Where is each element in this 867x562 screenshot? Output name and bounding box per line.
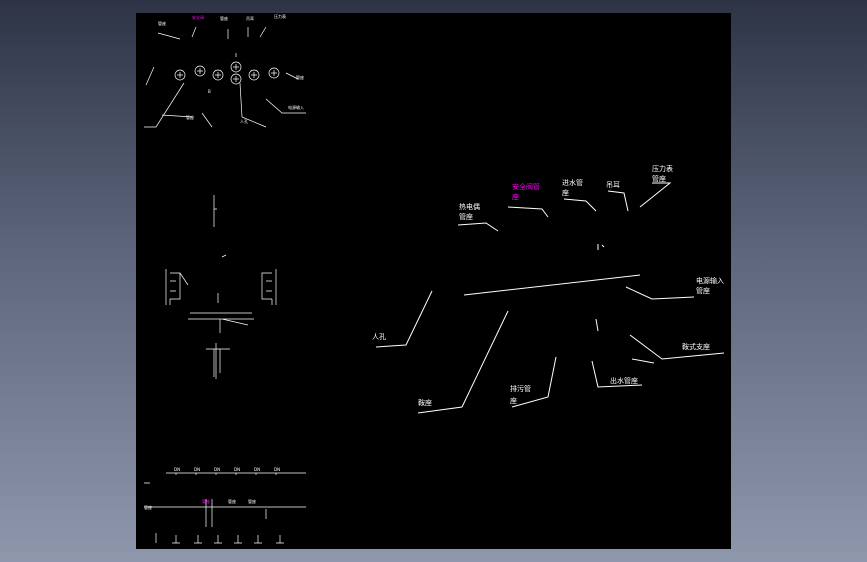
label-pressure-gauge-1: 压力表 bbox=[652, 164, 673, 173]
label-drain-1: 排污管 bbox=[510, 384, 531, 393]
leader-safety-valve bbox=[507, 206, 549, 218]
leader-lifting-ear bbox=[607, 190, 629, 212]
svg-text:DN: DN bbox=[174, 467, 180, 472]
leader-power-input bbox=[625, 286, 695, 300]
plan-label-c: 管座 bbox=[220, 15, 228, 21]
label-water-out: 出水管座 bbox=[610, 376, 638, 385]
leader-saddle-left bbox=[417, 310, 509, 414]
svg-text:DN: DN bbox=[254, 467, 260, 472]
saddle-right-mark bbox=[631, 358, 655, 364]
svg-text:DN: DN bbox=[194, 467, 200, 472]
label-water-in-2: 座 bbox=[562, 188, 569, 197]
label-power-input-2: 管座 bbox=[696, 286, 710, 295]
cad-drawing: 管座 安全阀 管座 吊耳 压力表 管座 电源输入 管座 人孔 B DN DN D… bbox=[144, 13, 725, 544]
label-pressure-gauge-2: 管座 bbox=[652, 174, 666, 183]
lifting-ear-mark bbox=[597, 244, 605, 250]
plan-label-e: 压力表 bbox=[274, 13, 286, 19]
svg-text:管座: 管座 bbox=[248, 498, 256, 504]
svg-text:DN: DN bbox=[214, 467, 220, 472]
detail-row: DN DN DN DN DN DN 管座 管座 管座 管座 bbox=[144, 467, 306, 544]
svg-text:管座: 管座 bbox=[202, 498, 210, 504]
leader-heat-pipe bbox=[457, 222, 499, 232]
label-manhole: 人孔 bbox=[372, 333, 386, 341]
plan-label-a: 管座 bbox=[158, 20, 166, 26]
plan-label-b: 安全阀 bbox=[192, 14, 204, 20]
plan-view: 管座 安全阀 管座 吊耳 压力表 管座 电源输入 管座 人孔 B bbox=[144, 13, 306, 128]
vessel-axis bbox=[463, 274, 641, 296]
drawing-sheet: 管座 安全阀 管座 吊耳 压力表 管座 电源输入 管座 人孔 B DN DN D… bbox=[136, 13, 731, 549]
plan-label-d: 吊耳 bbox=[246, 16, 254, 21]
svg-text:DN: DN bbox=[274, 467, 280, 472]
leader-drain bbox=[511, 356, 557, 408]
svg-text:管座: 管座 bbox=[228, 498, 236, 504]
svg-text:管座: 管座 bbox=[144, 504, 152, 510]
main-view: 热电偶 管座 安全阀管 座 进水管 座 吊耳 压力表 管座 电源输入 管座 鞍式… bbox=[372, 164, 725, 414]
svg-text:DN: DN bbox=[234, 467, 240, 472]
leader-pressure-gauge bbox=[639, 182, 672, 208]
label-heat-pipe-2: 管座 bbox=[459, 212, 473, 221]
label-water-in-1: 进水管 bbox=[562, 178, 583, 187]
label-saddle-left: 鞍座 bbox=[418, 398, 432, 407]
label-saddle-right: 鞍式支座 bbox=[682, 342, 710, 351]
label-heat-pipe-1: 热电偶 bbox=[459, 202, 480, 211]
plan-label-i: 电源输入 bbox=[288, 104, 304, 110]
label-lifting-ear: 吊耳 bbox=[606, 181, 620, 189]
leader-water-in bbox=[563, 198, 597, 212]
section-view bbox=[165, 195, 277, 379]
label-power-input-1: 电源输入 bbox=[696, 276, 724, 285]
label-safety-valve-2: 座 bbox=[512, 192, 519, 201]
water-out-stub bbox=[595, 318, 599, 332]
plan-center-mark: B bbox=[208, 89, 211, 94]
nozzle-symbols bbox=[174, 61, 280, 85]
plan-label-f: 管座 bbox=[296, 74, 304, 80]
plan-label-g: 管座 bbox=[186, 114, 194, 120]
label-safety-valve-1: 安全阀管 bbox=[512, 182, 540, 191]
plan-label-h: 人孔 bbox=[240, 118, 248, 124]
label-drain-2: 座 bbox=[510, 396, 517, 405]
